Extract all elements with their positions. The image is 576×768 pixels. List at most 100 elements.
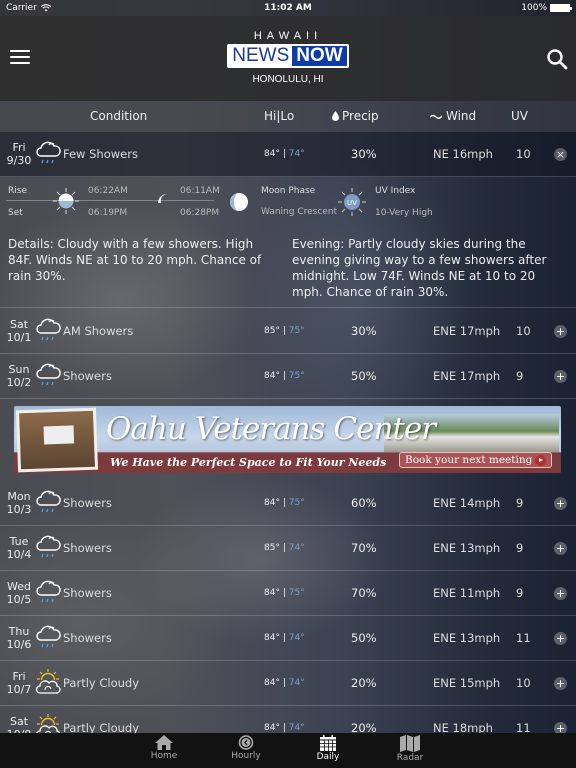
column-headers: Condition Hi|Lo Precip Wind UV (0, 101, 576, 132)
showers-icon (36, 535, 61, 558)
forecast-row[interactable]: Wed 10/5 Showers 84° | 75° 70% ENE 11mph 9 + (0, 571, 576, 616)
day-name: Sat (9, 318, 29, 331)
expand-button[interactable]: + (554, 587, 567, 600)
uv-value: 9 (516, 541, 524, 555)
lo-temp: 74° (288, 149, 305, 159)
condition-text: Showers (63, 496, 112, 510)
precip-value: 20% (351, 676, 377, 690)
condition-text: Partly Cloudy (63, 676, 140, 690)
search-icon[interactable] (546, 48, 568, 70)
carrier-label: Carrier (6, 3, 37, 13)
location-label: HONOLULU, HI (252, 74, 324, 85)
ad-banner[interactable]: Oahu Veterans Center We Have the Perfect… (14, 406, 561, 473)
precip-value: 60% (351, 496, 377, 510)
tab-radar[interactable]: Radar (380, 735, 440, 763)
condition-text: Few Showers (63, 147, 138, 161)
moon-crescent-icon (158, 194, 167, 212)
hi-lo: 84° | 74° (264, 678, 305, 688)
tab-hourly[interactable]: Hourly (216, 735, 276, 761)
tab-home[interactable]: Home (134, 735, 194, 761)
forecast-row[interactable]: Fri 10/7 Partly Cloudy 84° | 74° 20% ENE 15mp… (0, 661, 576, 706)
moonrise-time: 06:11AM (180, 186, 220, 196)
forecast-row[interactable]: Tue 10/4 Showers 85° | 74° 70% ENE 13mph 9 + (0, 526, 576, 571)
forecast-row[interactable]: Sun 10/2 Showers 84° | 75° 50% ENE 17mph 9 + (0, 354, 576, 399)
brand-box: NEWS NOW (227, 44, 349, 68)
evening-details-text: Evening: Partly cloudy skies during the … (292, 237, 547, 299)
forecast-row-expanded[interactable]: Fri 9/30 Few Showers 84° | 74° 30% NE 16… (0, 132, 576, 177)
day-date: 10/5 (6, 593, 32, 606)
lo-temp: 75° (288, 588, 305, 598)
uv-index-value: 10-Very High (375, 208, 433, 218)
lo-temp: 74° (288, 678, 305, 688)
day-date: 10/6 (6, 638, 32, 651)
moon-phase-icon (230, 193, 248, 211)
tab-daily-label: Daily (316, 752, 340, 762)
expand-button[interactable]: + (554, 325, 567, 338)
day-date: 10/1 (6, 331, 32, 344)
hi-lo: 85° | 75° (264, 326, 305, 336)
brand-now: NOW (292, 46, 347, 66)
partly-cloudy-icon (35, 669, 61, 694)
home-icon (155, 735, 173, 750)
forecast-row[interactable]: Sat 10/1 AM Showers 85° | 75° 30% ENE 17mph 10… (0, 309, 576, 354)
day-label: Fri 9/30 (6, 141, 32, 167)
condition-text: AM Showers (63, 324, 134, 338)
moonset-time: 06:28PM (180, 208, 220, 218)
expand-button[interactable]: + (554, 542, 567, 555)
day-name: Fri (12, 670, 26, 683)
lo-temp: 75° (288, 498, 305, 508)
collapse-button[interactable]: × (554, 148, 567, 161)
ad-tagline: We Have the Perfect Space to Fit Your Ne… (110, 456, 387, 469)
ad-cta-button[interactable]: Book your next meeting (399, 452, 553, 468)
forecast-row[interactable]: Mon 10/3 Showers 84° | 75° 60% ENE 14mph 9 + (0, 481, 576, 526)
hi-temp: 85° (264, 543, 280, 553)
day-label: Mon 10/3 (6, 490, 32, 516)
tab-daily[interactable]: Daily (298, 735, 358, 762)
moon-phase-label: Moon Phase (261, 186, 316, 196)
uv-value: 9 (516, 369, 524, 383)
day-label: Fri 10/7 (6, 670, 32, 696)
battery-icon (550, 4, 572, 12)
tab-radar-label: Radar (396, 753, 424, 763)
col-wind: Wind (430, 109, 476, 123)
hi-temp: 84° (264, 149, 280, 159)
forecast-row[interactable]: Thu 10/6 Showers 84° | 74° 50% ENE 13mph 11 + (0, 616, 576, 661)
wind-value: ENE 14mph (433, 496, 501, 510)
day-details-text: Details: Cloudy with a few showers. High… (8, 237, 262, 283)
expand-button[interactable]: + (554, 370, 567, 383)
precip-value: 50% (351, 369, 377, 383)
uv-value: 10 (516, 676, 531, 690)
hi-lo: 84° | 75° (264, 588, 305, 598)
lo-temp: 75° (288, 371, 305, 381)
precip-value: 30% (351, 147, 377, 161)
day-label: Sun 10/2 (6, 363, 32, 389)
tab-home-label: Home (150, 751, 178, 761)
uv-value: 10 (516, 324, 531, 338)
day-name: Tue (9, 535, 29, 548)
col-hilo: Hi|Lo (264, 109, 295, 123)
hi-temp: 85° (264, 326, 280, 336)
app-header: HAWAII NEWS NOW HONOLULU, HI (0, 16, 576, 101)
hi-temp: 84° (264, 588, 280, 598)
expand-button[interactable]: + (554, 497, 567, 510)
day-date: 10/4 (6, 548, 32, 561)
clock-icon (238, 735, 254, 750)
col-uv: UV (511, 109, 528, 123)
lo-temp: 75° (288, 326, 305, 336)
status-bar: Carrier 11:02 AM 100% (0, 0, 576, 16)
lo-temp: 74° (288, 723, 305, 733)
hi-lo: 84° | 74° (264, 723, 305, 733)
showers-icon (36, 363, 61, 386)
expand-button[interactable]: + (554, 677, 567, 690)
day-date: 10/7 (6, 683, 32, 696)
sunset-time: 06:19PM (88, 208, 128, 218)
lo-temp: 74° (288, 543, 305, 553)
uv-value: 9 (516, 496, 524, 510)
hi-lo: 85° | 74° (264, 543, 305, 553)
showers-icon (36, 580, 61, 603)
hi-lo: 84° | 75° (264, 371, 305, 381)
expand-button[interactable]: + (554, 632, 567, 645)
day-name: Mon (7, 490, 31, 503)
day-label: Sat 10/1 (6, 318, 32, 344)
hi-temp: 84° (264, 498, 280, 508)
